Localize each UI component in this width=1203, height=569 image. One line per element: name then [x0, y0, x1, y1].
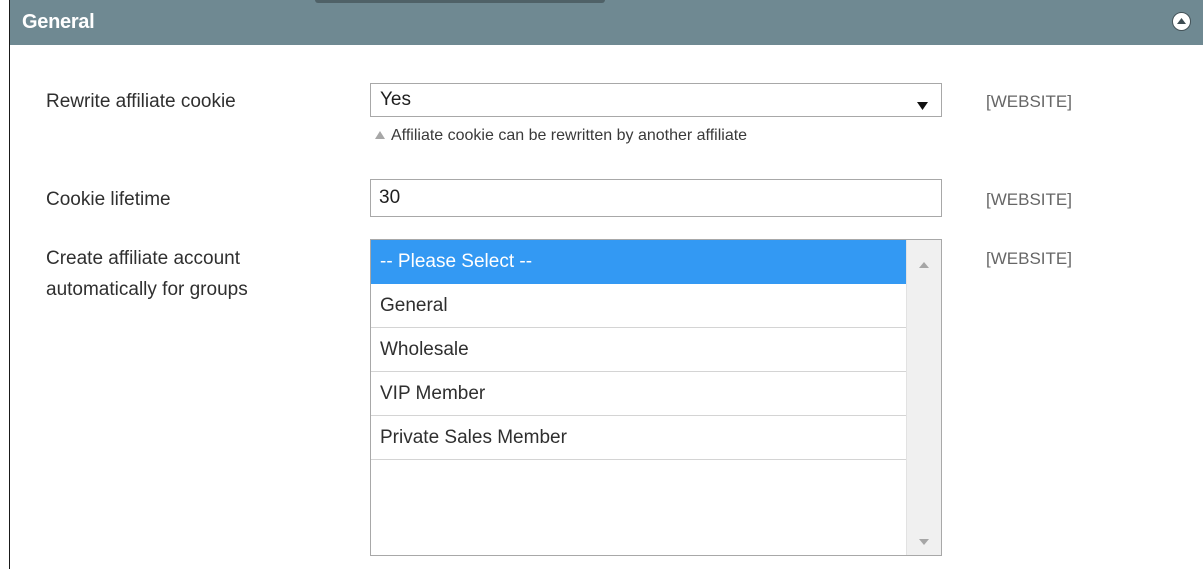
rewrite-cookie-note: Affiliate cookie can be rewritten by ano… [375, 124, 747, 147]
rewrite-cookie-label: Rewrite affiliate cookie [46, 91, 236, 112]
cookie-lifetime-scope: [WEBSITE] [986, 190, 1072, 209]
config-section-general: General Rewrite affiliate cookie Yes [WE… [9, 0, 1203, 569]
note-triangle-icon [375, 124, 385, 146]
auto-groups-multiselect[interactable]: -- Please Select -- General Wholesale VI… [370, 239, 942, 556]
option-general[interactable]: General [371, 284, 906, 328]
rewrite-cookie-scope: [WEBSITE] [986, 92, 1072, 111]
option-private-sales-member[interactable]: Private Sales Member [371, 416, 906, 460]
cookie-lifetime-label: Cookie lifetime [46, 189, 171, 210]
auto-groups-label-line1: Create affiliate account [46, 248, 240, 269]
collapse-up-icon[interactable] [1172, 12, 1191, 31]
scroll-down-arrow-icon[interactable] [918, 533, 930, 545]
header-top-strip [315, 0, 605, 3]
section-header[interactable]: General [10, 0, 1203, 45]
rewrite-cookie-select[interactable]: Yes [370, 83, 942, 117]
dropdown-arrow-icon [917, 97, 928, 115]
scroll-up-arrow-icon[interactable] [918, 256, 930, 268]
rewrite-cookie-value: Yes [380, 89, 411, 110]
auto-groups-label-line2: automatically for groups [46, 279, 248, 300]
section-title: General [22, 11, 95, 33]
rewrite-cookie-note-text: Affiliate cookie can be rewritten by ano… [391, 127, 748, 144]
multiselect-scrollbar[interactable] [906, 240, 941, 555]
option-wholesale[interactable]: Wholesale [371, 328, 906, 372]
option-please-select[interactable]: -- Please Select -- [371, 240, 906, 284]
auto-groups-scope: [WEBSITE] [986, 249, 1072, 268]
cookie-lifetime-input[interactable] [370, 179, 942, 217]
option-vip-member[interactable]: VIP Member [371, 372, 906, 416]
